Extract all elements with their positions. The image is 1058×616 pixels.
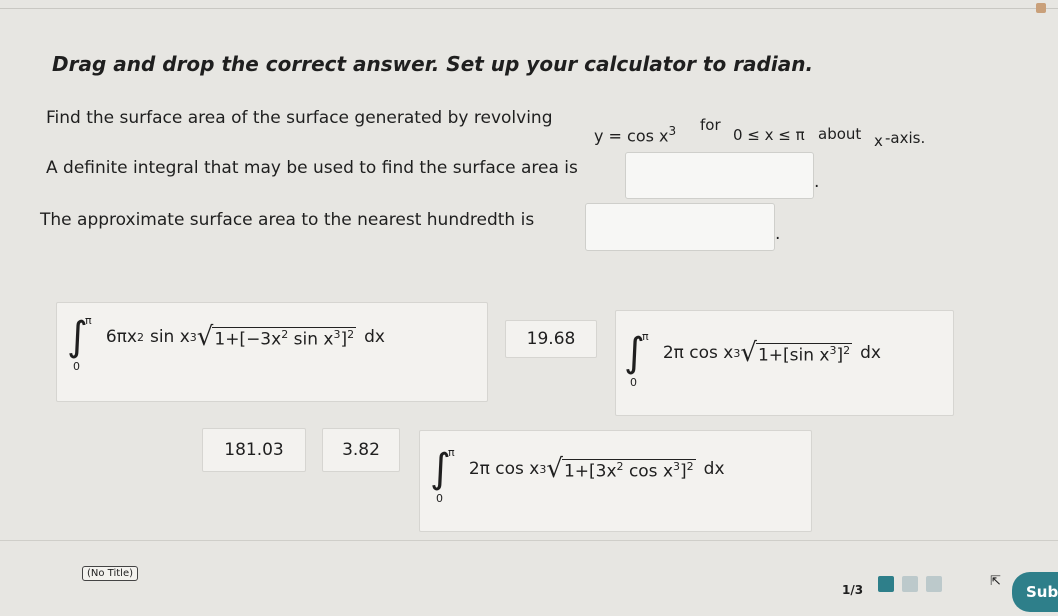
square-root: √ 1+[−3x2 sin x3]2 [196, 322, 357, 352]
integral-expression: ∫ π 0 6πx 2 sin x3 √ 1+[−3x2 sin x3]2 dx [67, 314, 385, 373]
submit-button[interactable]: Subr [1012, 572, 1058, 612]
axis-text: -axis. [885, 129, 926, 147]
integral-sign: ∫ π 0 [67, 314, 92, 373]
question-line-1: Find the surface area of the surface gen… [46, 108, 552, 128]
integral-expression: ∫ π 0 2π cos x3 √ 1+[3x2 cos x3]2 dx [430, 446, 725, 505]
for-text: for [700, 116, 721, 134]
footer-divider [0, 540, 1058, 541]
function-expression: y = cos x3 [594, 124, 677, 146]
integral-prompt: A definite integral that may be used to … [46, 158, 578, 178]
period: . [775, 224, 781, 244]
period: . [814, 172, 820, 192]
progress-square-2[interactable] [902, 576, 918, 592]
integral-expression: ∫ π 0 2π cos x3 √ 1+[sin x3]2 dx [624, 330, 881, 389]
answer-tile-181-03[interactable]: 181.03 [202, 428, 306, 472]
no-title-button[interactable]: (No Title) [82, 566, 139, 581]
integral-sign: ∫ π 0 [624, 330, 649, 389]
approx-prompt: The approximate surface area to the near… [40, 210, 535, 230]
value-drop-zone[interactable] [585, 203, 775, 251]
progress-square-1[interactable] [878, 576, 894, 592]
answer-tile-19-68[interactable]: 19.68 [505, 320, 597, 358]
cursor-icon: ⇱ [990, 574, 1001, 589]
integral-sign: ∫ π 0 [430, 446, 455, 505]
square-root: √ 1+[3x2 cos x3]2 [546, 454, 696, 484]
answer-tile-3-82[interactable]: 3.82 [322, 428, 400, 472]
square-root: √ 1+[sin x3]2 [740, 338, 853, 368]
answer-tile-integral-3x2[interactable]: ∫ π 0 2π cos x3 √ 1+[3x2 cos x3]2 dx [419, 430, 812, 532]
corner-status-icon [1036, 3, 1046, 13]
answer-tile-integral-6pix2[interactable]: ∫ π 0 6πx 2 sin x3 √ 1+[−3x2 sin x3]2 dx [56, 302, 488, 402]
top-divider [0, 8, 1058, 9]
integral-drop-zone[interactable] [625, 152, 814, 199]
instruction-text: Drag and drop the correct answer. Set up… [52, 52, 814, 76]
progress-square-3[interactable] [926, 576, 942, 592]
axis-variable: x [874, 132, 883, 150]
question-text: Find the surface area of the surface gen… [46, 108, 553, 128]
page-indicator: 1/3 [842, 583, 864, 597]
interval-expression: 0 ≤ x ≤ π [733, 126, 805, 144]
about-text: about [818, 125, 862, 143]
answer-tile-integral-sin[interactable]: ∫ π 0 2π cos x3 √ 1+[sin x3]2 dx [615, 310, 954, 416]
